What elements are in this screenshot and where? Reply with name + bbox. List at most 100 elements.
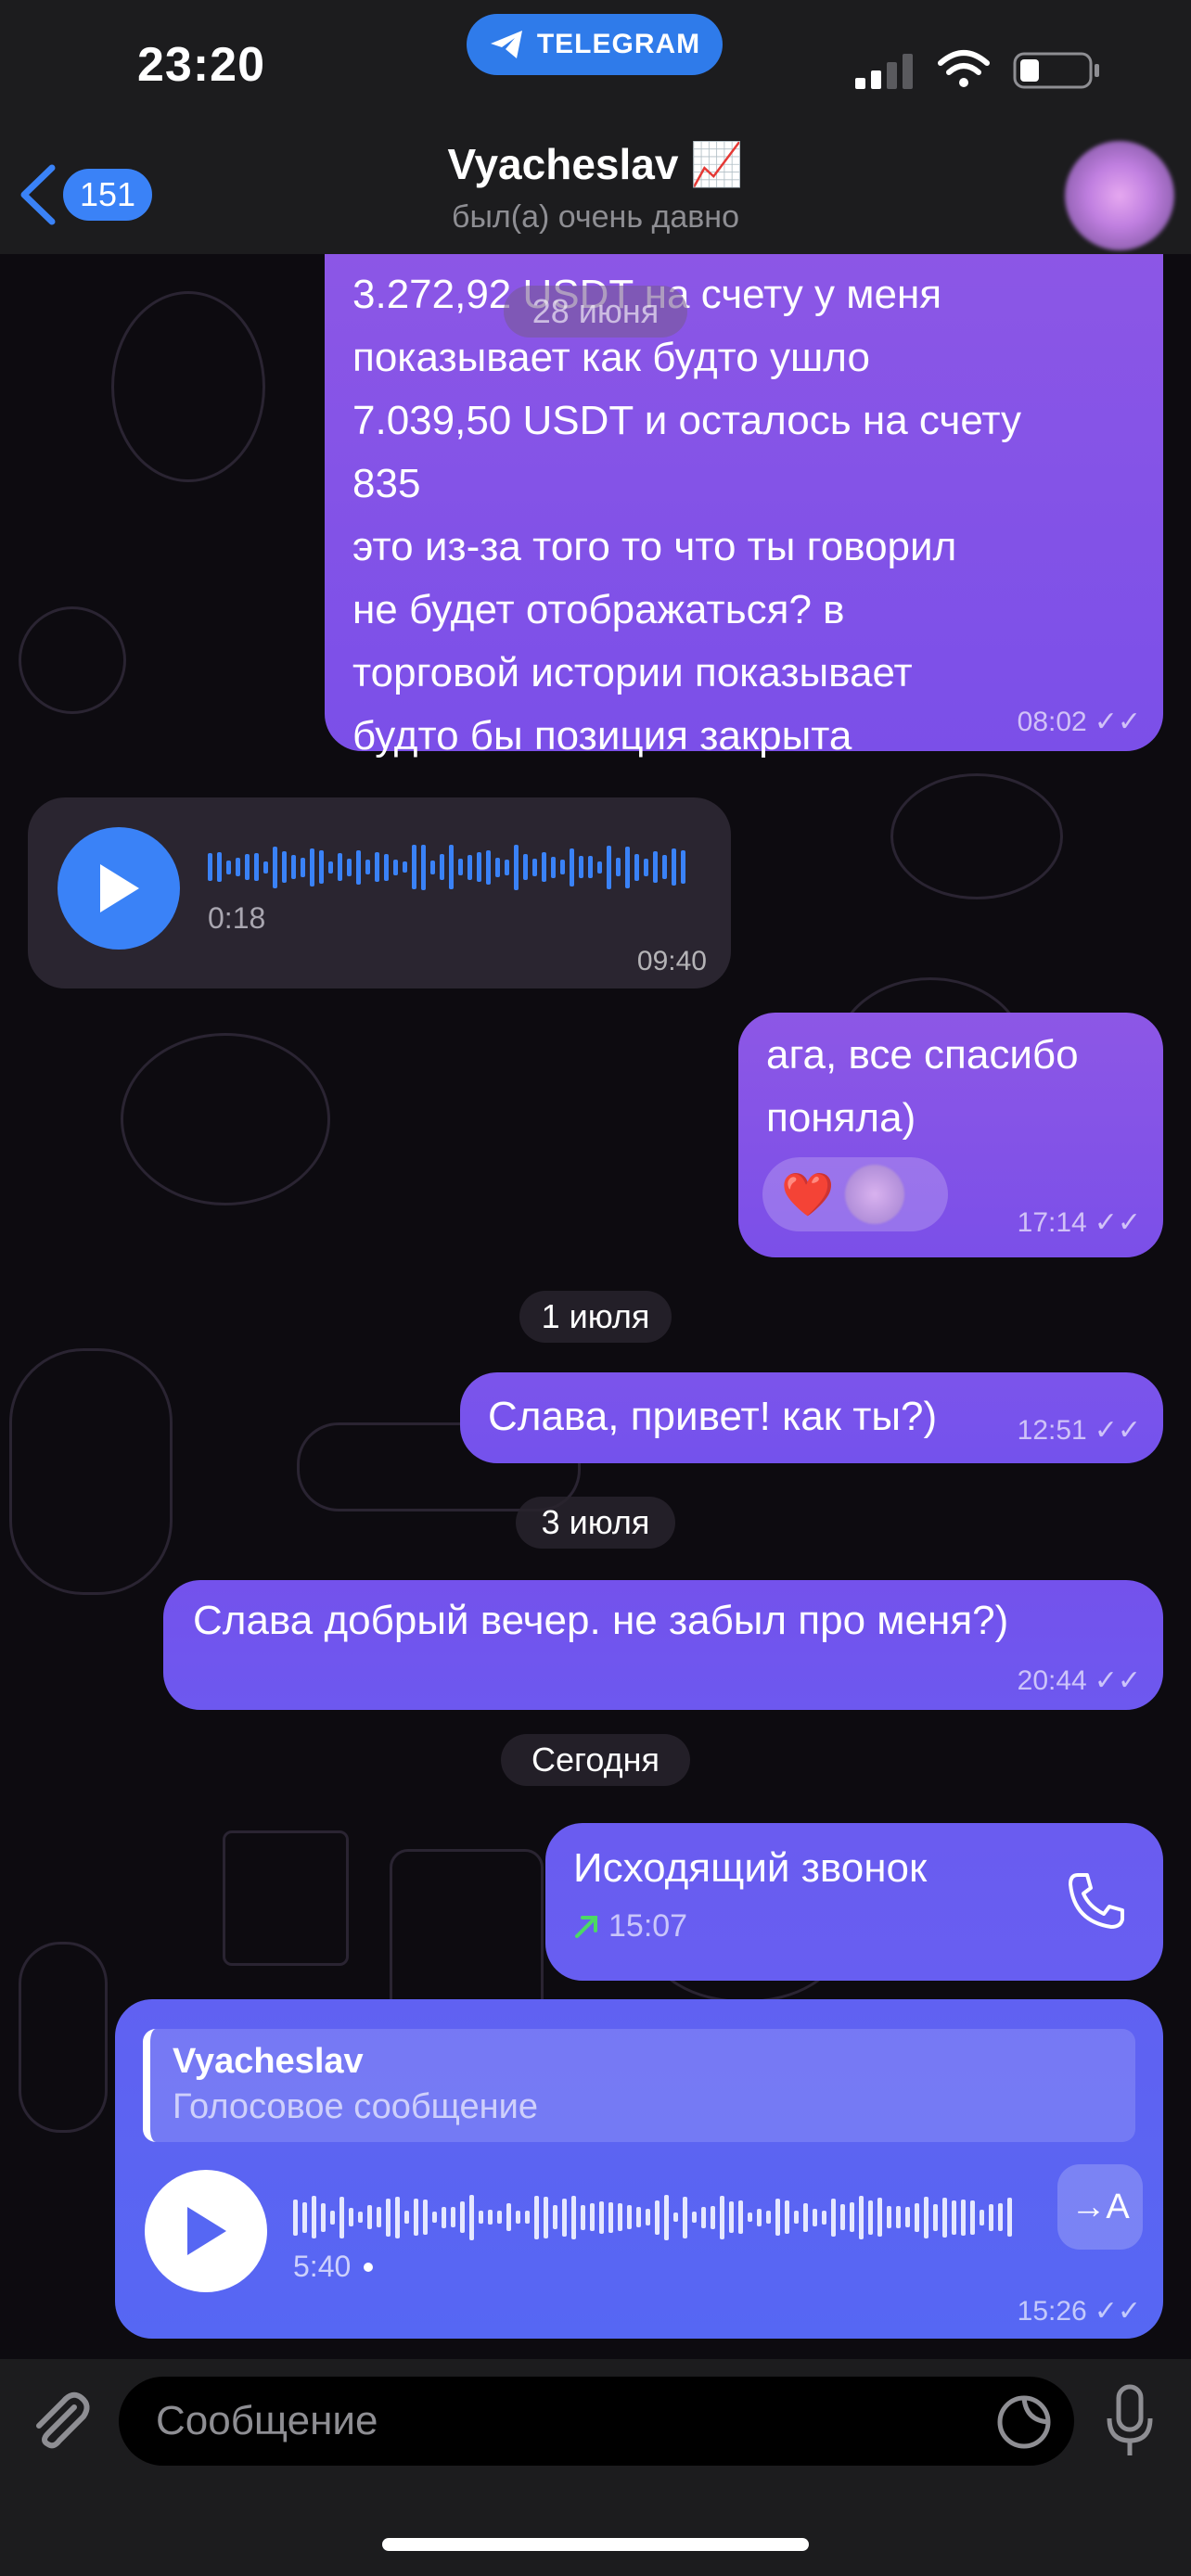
waveform-bar	[952, 2200, 956, 2235]
waveform-bar	[692, 2212, 697, 2223]
double-check-icon: ✓✓	[1094, 1415, 1141, 1446]
reaction-chip[interactable]: ❤️	[762, 1157, 948, 1231]
avatar[interactable]	[1065, 141, 1174, 250]
waveform-bar	[551, 856, 556, 878]
waveform-bar	[282, 851, 287, 883]
waveform-bar	[933, 2203, 938, 2231]
message-input[interactable]	[119, 2377, 1074, 2466]
message-time: 12:51	[1017, 1414, 1087, 1446]
waveform-bar	[989, 2203, 993, 2231]
waveform-bar	[263, 861, 268, 874]
double-check-icon: ✓✓	[1094, 1207, 1141, 1238]
waveform-bar	[683, 2196, 687, 2238]
phone-icon[interactable]	[1065, 1869, 1128, 1932]
waveform-bar	[701, 2206, 706, 2228]
telegram-pill-label: TELEGRAM	[536, 29, 701, 59]
waveform-bar	[980, 2209, 984, 2225]
voice-waveform	[293, 2194, 1012, 2240]
transcribe-button[interactable]: →A	[1057, 2164, 1143, 2250]
play-button[interactable]	[58, 827, 180, 950]
waveform-bar	[673, 2213, 678, 2222]
waveform-bar	[254, 853, 259, 881]
play-button[interactable]	[145, 2170, 267, 2292]
waveform-bar	[273, 846, 277, 888]
outgoing-voice-reply[interactable]: Vyacheslav Голосовое сообщение 5:40 →A 1…	[115, 1999, 1163, 2339]
reactor-avatar	[845, 1165, 905, 1224]
waveform-bar	[310, 848, 314, 886]
telegram-plane-icon	[490, 31, 522, 58]
waveform-bar	[562, 2198, 567, 2237]
waveform-bar	[430, 860, 435, 874]
waveform-bar	[662, 855, 667, 879]
waveform-bar	[924, 2196, 928, 2238]
waveform-bar	[599, 2200, 604, 2234]
waveform-bar	[766, 2211, 771, 2224]
outgoing-arrow-icon	[575, 1915, 597, 1938]
waveform-bar	[636, 2207, 641, 2227]
waveform-bar	[516, 2211, 520, 2224]
waveform-bar	[469, 2194, 474, 2240]
waveform-bar	[467, 854, 472, 880]
waveform-bar	[896, 2206, 901, 2228]
message-time: 20:44	[1017, 1664, 1087, 1696]
outgoing-message[interactable]: Слава добрый вечер. не забыл про меня?) …	[163, 1580, 1163, 1710]
outgoing-call-message[interactable]: Исходящий звонок 15:07	[545, 1823, 1163, 1981]
waveform-bar	[393, 859, 398, 875]
outgoing-message[interactable]: 3.272,92 USDT на счету у меня показывает…	[325, 254, 1163, 759]
doodle-pattern	[121, 1033, 330, 1205]
waveform-bar	[404, 2211, 409, 2224]
message-time: 09:40	[636, 946, 707, 976]
call-info: 15:07	[573, 1908, 687, 1945]
waveform-bar	[319, 850, 324, 884]
date-separator: 3 июля	[516, 1497, 675, 1549]
waveform-bar	[423, 2200, 428, 2235]
reply-text: Голосовое сообщение	[173, 2087, 538, 2126]
call-title: Исходящий звонок	[573, 1845, 928, 1891]
waveform-bar	[618, 2203, 622, 2231]
reply-quote[interactable]: Vyacheslav Голосовое сообщение	[143, 2029, 1135, 2142]
message-text: ага, все спасибо поняла)	[766, 1032, 1079, 1141]
chat-title[interactable]: Vyacheslav 📈	[0, 139, 1191, 190]
waveform-bar	[291, 855, 296, 879]
message-meta: 09:40	[637, 946, 707, 977]
message-time: 17:14	[1017, 1206, 1087, 1238]
waveform-bar	[321, 2202, 326, 2232]
waveform-bar	[803, 2202, 808, 2232]
waveform-bar	[477, 852, 481, 882]
message-meta: 12:51 ✓✓	[1018, 1414, 1141, 1447]
waveform-bar	[711, 2205, 715, 2229]
waveform-bar	[560, 860, 565, 874]
waveform-bar	[597, 861, 602, 874]
waveform-bar	[432, 2212, 437, 2223]
waveform-bar	[646, 2209, 650, 2225]
telegram-pill[interactable]: TELEGRAM	[467, 14, 723, 75]
message-time: 08:02	[1017, 706, 1087, 737]
waveform-bar	[720, 2195, 724, 2239]
outgoing-message[interactable]: ага, все спасибо поняла) ❤️ 17:14 ✓✓	[738, 1013, 1163, 1257]
waveform-bar	[395, 2196, 400, 2238]
waveform-bar	[514, 844, 519, 890]
waveform-bar	[627, 2205, 632, 2229]
unplayed-dot	[364, 2262, 374, 2272]
waveform-bar	[672, 848, 676, 886]
sticker-icon[interactable]	[994, 2392, 1054, 2452]
waveform-bar	[523, 854, 528, 880]
chat-title-text: Vyacheslav	[447, 140, 679, 188]
waveform-bar	[421, 844, 426, 890]
waveform-bar	[942, 2197, 947, 2238]
incoming-voice-message[interactable]: 0:18 09:40	[28, 797, 731, 988]
waveform-bar	[358, 2212, 363, 2223]
message-meta: 20:44 ✓✓	[1018, 1664, 1141, 1697]
reply-author: Vyacheslav	[173, 2042, 364, 2081]
doodle-pattern	[19, 1942, 108, 2133]
microphone-icon[interactable]	[1102, 2383, 1158, 2461]
outgoing-message[interactable]: Слава, привет! как ты?) 12:51 ✓✓	[460, 1372, 1163, 1463]
message-meta: 15:26 ✓✓	[1018, 2295, 1141, 2327]
double-check-icon: ✓✓	[1094, 1665, 1141, 1696]
waveform-bar	[831, 2198, 836, 2237]
waveform-bar	[738, 2200, 743, 2234]
date-separator: 1 июля	[519, 1291, 672, 1343]
waveform-bar	[794, 2211, 799, 2224]
attach-icon[interactable]	[26, 2387, 95, 2455]
waveform-bar	[525, 2211, 530, 2224]
